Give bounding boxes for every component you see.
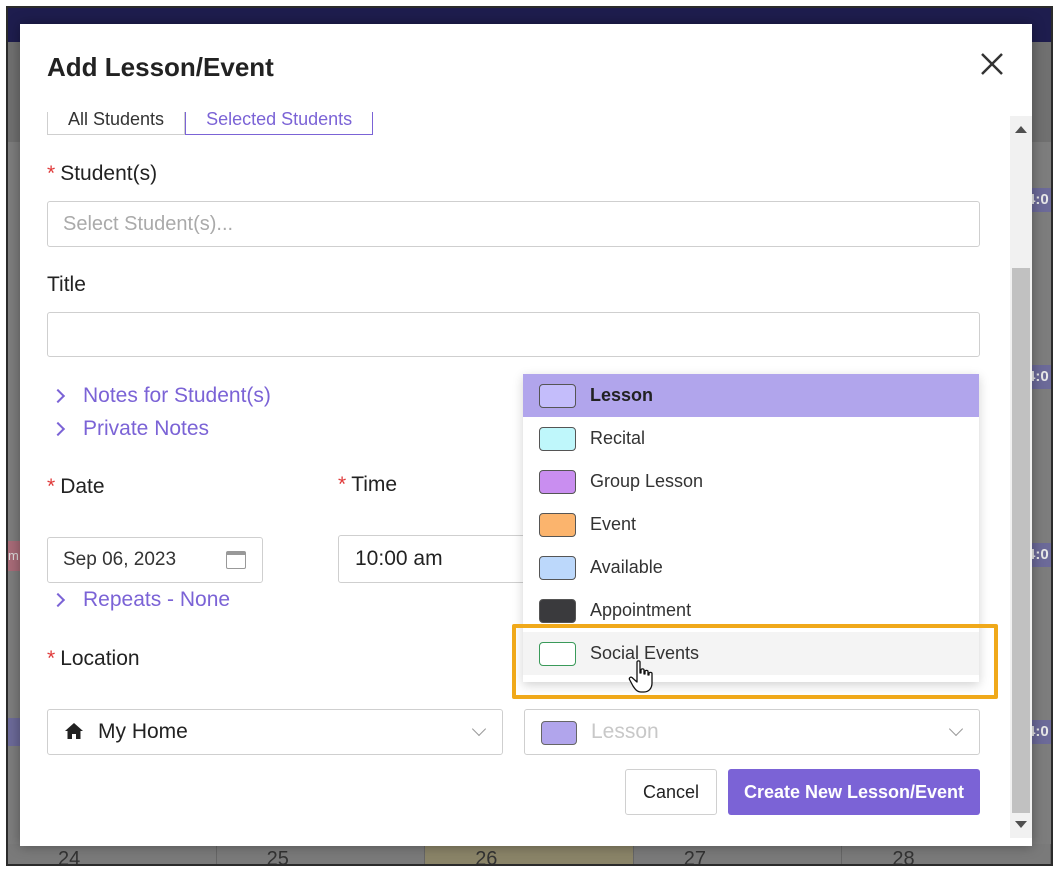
color-swatch [539, 426, 576, 451]
scroll-down-icon[interactable] [1015, 821, 1027, 828]
students-select[interactable]: Select Student(s)... [47, 201, 980, 247]
calendar-day: 28 [842, 844, 1051, 864]
scroll-thumb[interactable] [1012, 268, 1030, 813]
color-swatch [539, 383, 576, 408]
close-icon[interactable] [978, 50, 1006, 78]
chevron-down-icon [948, 721, 964, 737]
repeats-label: Repeats - None [83, 588, 231, 611]
title-input[interactable] [47, 312, 980, 357]
create-lesson-button[interactable]: Create New Lesson/Event [728, 769, 980, 815]
hand-cursor-icon [628, 660, 653, 693]
calendar-icon[interactable] [226, 551, 246, 569]
time-label: * Time [338, 473, 397, 497]
student-tabs: All Students Selected Students [47, 112, 374, 135]
event-type-dropdown: Lesson Recital Group Lesson Event Availa… [523, 374, 979, 682]
tab-all-students[interactable]: All Students [47, 112, 186, 135]
calendar-day: 24 [8, 844, 217, 864]
event-type-swatch [541, 721, 577, 745]
color-swatch [539, 598, 576, 623]
private-notes-toggle[interactable]: Private Notes [49, 417, 209, 441]
dropdown-item-group-lesson[interactable]: Group Lesson [523, 460, 979, 503]
chevron-right-icon [50, 592, 66, 608]
notes-for-students-label: Notes for Student(s) [83, 384, 271, 407]
title-label: Title [47, 273, 86, 296]
color-swatch [539, 555, 576, 580]
color-swatch [539, 512, 576, 537]
location-select[interactable]: My Home [47, 709, 503, 755]
time-label-text: Time [351, 473, 398, 496]
chevron-down-icon [471, 721, 487, 737]
modal-scrollbar[interactable] [1010, 116, 1032, 838]
required-marker: * [47, 475, 56, 498]
color-swatch [539, 469, 576, 494]
dropdown-item-label: Available [590, 557, 663, 577]
dropdown-item-lesson[interactable]: Lesson [523, 374, 979, 417]
scroll-up-icon[interactable] [1015, 126, 1027, 133]
students-label-text: Student(s) [60, 162, 158, 185]
date-input[interactable]: Sep 06, 2023 [47, 537, 263, 583]
repeats-toggle[interactable]: Repeats - None [49, 588, 230, 612]
event-type-value: Lesson [591, 720, 659, 743]
dropdown-item-label: Lesson [590, 385, 654, 405]
chevron-right-icon [50, 421, 66, 437]
location-value: My Home [98, 720, 188, 743]
location-label-text: Location [60, 647, 140, 670]
date-label-text: Date [60, 475, 105, 498]
tab-selected-students[interactable]: Selected Students [185, 112, 374, 135]
chevron-right-icon [50, 388, 66, 404]
dropdown-item-label: Recital [590, 428, 646, 448]
required-marker: * [47, 162, 56, 185]
calendar-day: 27 [633, 844, 843, 864]
required-marker: * [47, 647, 56, 670]
time-input[interactable]: 10:00 am [338, 535, 538, 583]
notes-for-students-toggle[interactable]: Notes for Student(s) [49, 384, 271, 408]
required-marker: * [338, 473, 347, 496]
date-label: * Date [47, 475, 105, 499]
dropdown-item-event[interactable]: Event [523, 503, 979, 546]
location-label: * Location [47, 647, 140, 671]
modal-title: Add Lesson/Event [47, 52, 274, 82]
background-calendar-row: 24 25 26 27 28 [8, 844, 1051, 864]
cancel-button[interactable]: Cancel [625, 769, 717, 815]
event-type-select[interactable]: Lesson [524, 709, 980, 755]
dropdown-item-available[interactable]: Available [523, 546, 979, 589]
dropdown-item-appointment[interactable]: Appointment [523, 589, 979, 632]
date-value: Sep 06, 2023 [63, 549, 177, 570]
dropdown-item-label: Appointment [590, 600, 692, 620]
dropdown-item-social-events[interactable]: Social Events [523, 632, 979, 675]
calendar-day: 26 [425, 844, 634, 864]
private-notes-label: Private Notes [83, 417, 210, 440]
students-label: * Student(s) [47, 162, 157, 186]
dropdown-item-recital[interactable]: Recital [523, 417, 979, 460]
dropdown-item-label: Event [590, 514, 637, 534]
dropdown-item-label: Group Lesson [590, 471, 704, 491]
calendar-day: 25 [216, 844, 426, 864]
home-icon [65, 723, 83, 739]
color-swatch [539, 641, 576, 666]
